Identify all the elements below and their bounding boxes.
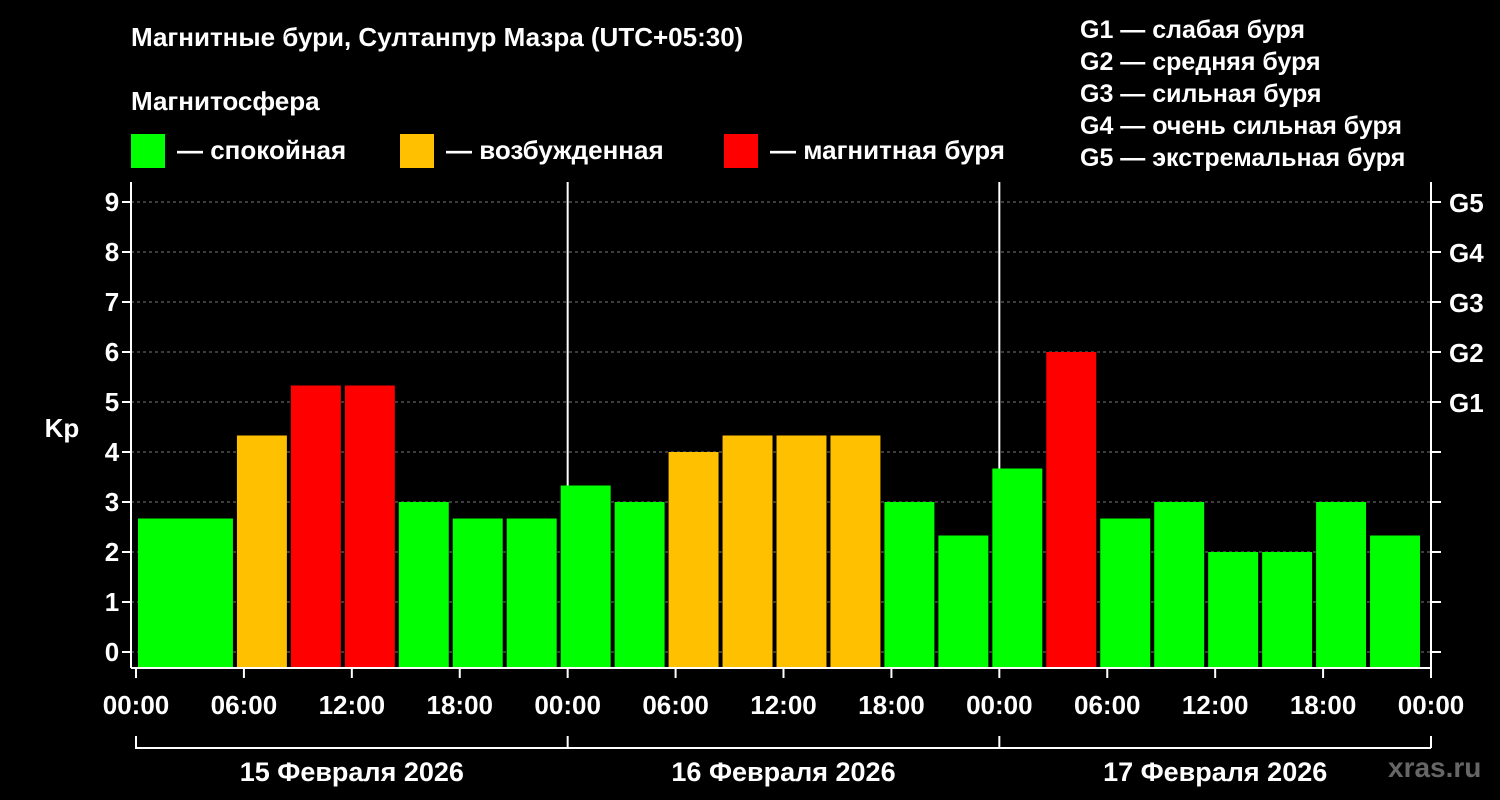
y-tick-label: 2 [105, 537, 119, 567]
kp-bar [614, 502, 665, 668]
x-tick-label: 18:00 [1290, 690, 1357, 720]
y-tick-label: 0 [105, 637, 119, 667]
kp-bar [1154, 502, 1205, 668]
kp-bar [560, 485, 611, 668]
x-tick-label: 06:00 [642, 690, 709, 720]
y-tick-label: 8 [105, 237, 119, 267]
day-label: 17 Февраля 2026 [1103, 757, 1327, 787]
kp-bar [290, 385, 341, 668]
kp-bar [452, 518, 503, 668]
x-tick-label: 18:00 [858, 690, 925, 720]
y-tick-label: 7 [105, 287, 119, 317]
y-tick-label: 4 [105, 437, 120, 467]
x-tick-label: 00:00 [534, 690, 601, 720]
kp-bar [1208, 552, 1259, 668]
x-tick-label: 12:00 [1182, 690, 1249, 720]
kp-bar [1046, 352, 1097, 668]
kp-bar [344, 385, 395, 668]
kp-chart: 0 1 2 3 4 5 6 7 8 9 G1 G2 G3 G4 G5 Kp 00:00 06:00 12:00 18:… [45, 182, 1484, 787]
kp-bar [1316, 502, 1367, 668]
kp-bar [1262, 552, 1313, 668]
x-tick-label: 06:00 [1074, 690, 1141, 720]
kp-bar [992, 468, 1043, 668]
kp-bar [398, 502, 449, 668]
y-tick-label: 3 [105, 487, 119, 517]
g-scale-label: G2 [1449, 338, 1484, 368]
kp-bar [138, 518, 233, 668]
kp-bar [1370, 535, 1421, 668]
g-scale-label: G1 [1449, 388, 1484, 418]
day-label: 15 Февраля 2026 [240, 757, 464, 787]
g-scale-label: G3 [1449, 288, 1484, 318]
g-scale-label: G5 [1449, 188, 1484, 218]
x-tick-label: 00:00 [966, 690, 1033, 720]
kp-bar [830, 435, 881, 668]
x-tick-label: 06:00 [211, 690, 278, 720]
y-tick-label: 5 [105, 387, 119, 417]
x-tick-label: 12:00 [750, 690, 817, 720]
x-tick-label: 12:00 [319, 690, 386, 720]
watermark: xras.ru [1388, 752, 1482, 783]
kp-bar [236, 435, 287, 668]
kp-bar [506, 518, 557, 668]
kp-bar [668, 452, 719, 668]
kp-bar [938, 535, 989, 668]
kp-bar [722, 435, 773, 668]
g-scale-label: G4 [1449, 238, 1484, 268]
x-tick-label: 00:00 [103, 690, 170, 720]
y-tick-label: 6 [105, 337, 119, 367]
y-tick-label: 1 [105, 587, 119, 617]
x-tick-label: 00:00 [1398, 690, 1465, 720]
x-tick-label: 18:00 [427, 690, 494, 720]
y-tick-label: 9 [105, 187, 119, 217]
kp-bar [884, 502, 935, 668]
kp-bar [776, 435, 827, 668]
kp-bar [1100, 518, 1151, 668]
day-label: 16 Февраля 2026 [671, 757, 895, 787]
y-axis-label: Kp [45, 413, 80, 443]
